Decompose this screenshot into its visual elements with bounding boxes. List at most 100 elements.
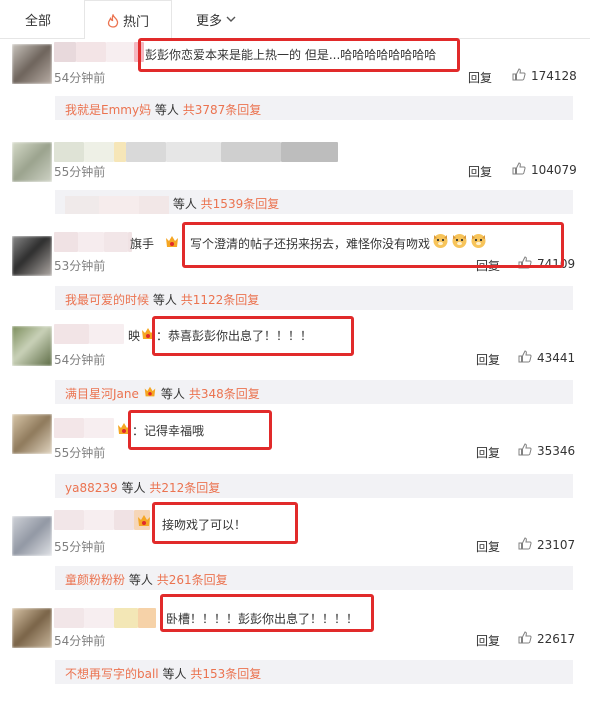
like-count: 22617 — [537, 632, 576, 646]
reply-user[interactable]: 童颜粉粉粉 — [65, 573, 125, 587]
vip-badge-icon — [140, 326, 156, 342]
comment-item: ：记得幸福哦 55分钟前 回复 35346 ya88239 等人 共212条回复 — [0, 410, 590, 500]
comment-text: ：恭喜彭彭你出息了！！！！ — [156, 329, 313, 343]
comment-time: 55分钟前 — [54, 446, 106, 460]
nickname[interactable] — [54, 232, 174, 252]
dog-face-emoji-icon — [470, 232, 487, 252]
vip-badge-icon — [143, 385, 157, 402]
reply-total[interactable]: 共1122条回复 — [181, 293, 260, 307]
comment-item: 映 ：恭喜彭彭你出息了！！！！ 54分钟前 回复 43441 满目星河Jane … — [0, 316, 590, 408]
like-count: 74109 — [537, 257, 576, 271]
reply-button[interactable]: 回复 — [476, 632, 500, 649]
replies-summary[interactable]: ya88239 等人 共212条回复 — [55, 474, 573, 498]
avatar[interactable] — [12, 142, 52, 182]
comment-item: 彭彭你恋爱本来是能上热一的 但是...哈哈哈哈哈哈哈哈 54分钟前 回复 174… — [0, 38, 590, 128]
others-suffix: 等人 — [162, 667, 187, 681]
like-count: 43441 — [537, 351, 576, 365]
like-button[interactable]: 174128 — [512, 68, 577, 84]
reply-total[interactable]: 共3787条回复 — [183, 103, 262, 117]
replies-summary[interactable]: 我最可爱的时候 等人 共1122条回复 — [55, 286, 573, 310]
comment-filter-tabs: 全部 热门 更多 — [0, 0, 590, 39]
thumbs-up-icon — [518, 256, 532, 272]
reply-total[interactable]: 共261条回复 — [157, 573, 228, 587]
thumbs-up-icon — [518, 350, 532, 366]
reply-button[interactable]: 回复 — [476, 351, 500, 368]
reply-user[interactable]: 我就是Emmy妈 — [65, 103, 151, 117]
avatar[interactable] — [12, 236, 52, 276]
nickname[interactable] — [54, 324, 124, 344]
nickname[interactable] — [54, 42, 144, 62]
replies-summary[interactable]: 满目星河Jane 等人 共348条回复 — [55, 380, 573, 404]
nickname-suffix[interactable]: 旗手 — [130, 235, 154, 252]
like-count: 174128 — [531, 69, 577, 83]
replies-summary[interactable]: 不想再写字的ball 等人 共153条回复 — [55, 660, 573, 684]
comment-text: 写个澄清的帖子还拐来拐去，难怪你没有吻戏 — [190, 237, 431, 251]
like-button[interactable]: 22617 — [518, 631, 575, 647]
comment-item: 55分钟前 回复 104079 等人 共1539条回复 — [0, 132, 590, 222]
others-suffix: 等人 — [160, 387, 185, 401]
avatar[interactable] — [12, 414, 52, 454]
thumbs-up-icon — [518, 631, 532, 647]
nickname[interactable] — [54, 418, 114, 438]
reply-total[interactable]: 共212条回复 — [149, 481, 220, 495]
reply-button[interactable]: 回复 — [468, 163, 492, 180]
dog-face-emoji-icon — [432, 232, 449, 252]
replies-summary[interactable]: 我就是Emmy妈 等人 共3787条回复 — [55, 96, 573, 120]
others-suffix: 等人 — [121, 481, 146, 495]
tab-more-label: 更多 — [196, 14, 223, 29]
thumbs-up-icon — [512, 162, 526, 178]
dog-face-emoji-icon — [451, 232, 468, 252]
reply-total[interactable]: 共1539条回复 — [201, 197, 280, 211]
comment-text: 彭彭你恋爱本来是能上热一的 但是...哈哈哈哈哈哈哈哈 — [145, 48, 437, 62]
vip-badge-icon — [164, 234, 180, 250]
like-count: 104079 — [531, 163, 577, 177]
like-button[interactable]: 35346 — [518, 443, 575, 459]
reply-button[interactable]: 回复 — [476, 538, 500, 555]
reply-button[interactable]: 回复 — [476, 444, 500, 461]
others-suffix: 等人 — [172, 197, 197, 211]
thumbs-up-icon — [512, 68, 526, 84]
reply-user[interactable]: ya88239 — [65, 481, 118, 495]
comment-text: ：记得幸福哦 — [132, 424, 205, 438]
comment-time: 53分钟前 — [54, 259, 106, 273]
tab-hot[interactable]: 热门 — [84, 0, 172, 39]
nickname[interactable] — [54, 142, 338, 162]
thumbs-up-icon — [518, 537, 532, 553]
comment-time: 54分钟前 — [54, 71, 106, 85]
emoji-group — [432, 232, 487, 252]
like-button[interactable]: 43441 — [518, 350, 575, 366]
reply-user[interactable]: 满目星河Jane — [65, 385, 139, 402]
like-count: 35346 — [537, 444, 576, 458]
chevron-down-icon — [226, 16, 236, 23]
replies-summary[interactable]: 童颜粉粉粉 等人 共261条回复 — [55, 566, 573, 590]
fire-icon — [107, 13, 119, 28]
comment-item: 卧槽！！！！彭彭你出息了！！！！ 54分钟前 回复 22617 不想再写字的ba… — [0, 594, 590, 684]
others-suffix: 等人 — [128, 573, 153, 587]
avatar[interactable] — [12, 44, 52, 84]
tab-all[interactable]: 全部 — [25, 10, 51, 29]
like-button[interactable]: 74109 — [518, 256, 575, 272]
vip-badge-icon — [116, 421, 132, 437]
reply-total[interactable]: 共153条回复 — [190, 667, 261, 681]
tab-hot-label: 热门 — [123, 15, 150, 30]
avatar[interactable] — [12, 608, 52, 648]
comment-item: 接吻戏了可以！ 55分钟前 回复 23107 童颜粉粉粉 等人 共261条回复 — [0, 502, 590, 592]
reply-user[interactable]: 不想再写字的ball — [65, 667, 159, 681]
nickname-suffix[interactable]: 映 — [128, 327, 140, 344]
tab-more[interactable]: 更多 — [196, 10, 236, 29]
reply-total[interactable]: 共348条回复 — [189, 385, 260, 402]
comment-time: 54分钟前 — [54, 634, 106, 648]
nickname[interactable] — [54, 608, 156, 628]
avatar[interactable] — [12, 326, 52, 366]
reply-button[interactable]: 回复 — [468, 69, 492, 86]
avatar[interactable] — [12, 516, 52, 556]
comment-time: 55分钟前 — [54, 165, 106, 179]
replies-summary[interactable]: 等人 共1539条回复 — [55, 190, 573, 214]
reply-user-blurred[interactable] — [65, 195, 169, 214]
comment-item: 旗手 写个澄清的帖子还拐来拐去，难怪你没有吻戏 53分钟前 回复 74109 我… — [0, 222, 590, 316]
reply-user[interactable]: 我最可爱的时候 — [65, 293, 149, 307]
reply-button[interactable]: 回复 — [476, 257, 500, 274]
like-button[interactable]: 104079 — [512, 162, 577, 178]
like-button[interactable]: 23107 — [518, 537, 575, 553]
comment-text: 卧槽！！！！彭彭你出息了！！！！ — [166, 612, 359, 626]
